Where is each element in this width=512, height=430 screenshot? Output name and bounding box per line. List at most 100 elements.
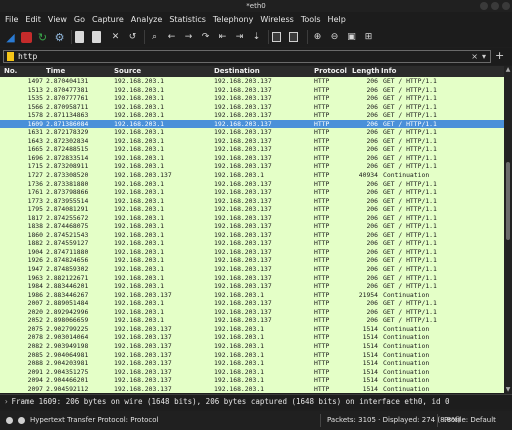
scroll-up-icon[interactable]: ▲ [504, 66, 512, 74]
packet-row[interactable]: 2082 2.903949198 192.168.203.137 192.168.20… [0, 341, 504, 351]
shark-fin-icon[interactable]: ◢ [4, 31, 17, 44]
packet-list-scrollbar[interactable]: ▲ ▼ [504, 66, 512, 394]
filter-history-dropdown-icon[interactable]: ▾ [482, 52, 486, 61]
packet-row[interactable]: 1984 2.883446201 192.168.203.1 192.168.203.… [0, 282, 504, 291]
expand-columns-icon[interactable]: ⊞ [362, 31, 375, 44]
packet-no: 1838 [27, 222, 43, 231]
find-icon[interactable]: ⌕ [148, 31, 161, 44]
scroll-down-icon[interactable]: ▼ [504, 386, 512, 394]
packet-source: 192.168.203.1 [114, 179, 165, 188]
packet-row[interactable]: 1882 2.874559127 192.168.203.1 192.168.203.… [0, 239, 504, 248]
menu-analyze[interactable]: Analyze [131, 15, 163, 24]
packet-row[interactable]: 2075 2.902799225 192.168.203.137 192.168.20… [0, 324, 504, 334]
stop-capture-icon[interactable] [21, 31, 32, 43]
packet-row[interactable]: 2078 2.903014064 192.168.203.137 192.168.20… [0, 333, 504, 342]
menu-help[interactable]: Help [328, 15, 346, 24]
packet-row[interactable]: 1795 2.874081291 192.168.203.1 192.168.203.… [0, 205, 504, 214]
tree-expander-icon[interactable]: › [4, 397, 9, 406]
column-header-destination[interactable]: Destination [214, 67, 260, 75]
maximize-icon[interactable] [491, 2, 499, 10]
packet-no: 2075 [27, 324, 43, 333]
go-forward-icon[interactable]: → [182, 31, 195, 44]
resize-columns-icon[interactable]: ▣ [345, 31, 358, 44]
expert-info-icon[interactable] [6, 417, 13, 424]
packet-row[interactable]: 1986 2.883446267 192.168.203.137 192.168.20… [0, 290, 504, 300]
packet-row[interactable]: 1736 2.873381880 192.168.203.1 192.168.203.… [0, 179, 504, 189]
packet-row-selected[interactable]: 1609 2.871386084 192.168.203.1 192.168.203.… [0, 119, 504, 129]
menu-wireless[interactable]: Wireless [260, 15, 293, 24]
minimize-icon[interactable] [480, 2, 488, 10]
menu-view[interactable]: View [48, 15, 67, 24]
menu-statistics[interactable]: Statistics [169, 15, 206, 24]
packet-row[interactable]: 2085 2.904064981 192.168.203.137 192.168.20… [0, 350, 504, 360]
save-file-icon[interactable] [92, 31, 101, 43]
packet-row[interactable]: 1566 2.870958711 192.168.203.1 192.168.203.… [0, 102, 504, 112]
capture-comment-icon[interactable] [18, 417, 25, 424]
capture-options-icon[interactable]: ⚙ [53, 31, 66, 44]
column-header-source[interactable]: Source [114, 67, 141, 75]
display-filter-input[interactable]: http × ▾ [3, 50, 491, 63]
packet-row[interactable]: 1947 2.874859302 192.168.203.1 192.168.203.… [0, 265, 504, 274]
packet-row[interactable]: 2097 2.904592112 192.168.203.137 192.168.20… [0, 384, 504, 393]
close-window-icon[interactable] [502, 2, 510, 10]
packet-time: 2.872302834 [46, 136, 89, 145]
colorize-icon[interactable] [272, 32, 281, 42]
packet-row[interactable]: 2091 2.904351275 192.168.203.137 192.168.20… [0, 367, 504, 377]
menu-tools[interactable]: Tools [301, 15, 321, 24]
packet-row[interactable]: 1696 2.872833514 192.168.203.1 192.168.203.… [0, 153, 504, 163]
column-header-time[interactable]: Time [46, 67, 65, 75]
packet-row[interactable]: 2088 2.904203981 192.168.203.137 192.168.20… [0, 359, 504, 368]
packet-row[interactable]: 1904 2.874711880 192.168.203.1 192.168.203.… [0, 247, 504, 257]
column-header-info[interactable]: Info [381, 67, 396, 75]
packet-row[interactable]: 1715 2.873208911 192.168.203.1 192.168.203.… [0, 162, 504, 172]
column-header-protocol[interactable]: Protocol [314, 67, 347, 75]
packet-row[interactable]: 1497 2.870404131 192.168.203.1 192.168.203.… [0, 77, 504, 86]
open-file-icon[interactable] [75, 31, 84, 43]
go-last-icon[interactable]: ⇥ [233, 31, 246, 44]
status-profile[interactable]: Profile: Default [444, 416, 496, 424]
packet-row[interactable]: 1773 2.873955514 192.168.203.1 192.168.203.… [0, 196, 504, 206]
filter-bookmark-icon[interactable] [7, 52, 14, 61]
packet-row[interactable]: 1838 2.874468075 192.168.203.1 192.168.203.… [0, 222, 504, 231]
scrollbar-thumb[interactable] [506, 162, 510, 240]
filter-text[interactable]: http [18, 52, 471, 61]
packet-row[interactable]: 1665 2.872488515 192.168.203.1 192.168.203.… [0, 145, 504, 154]
frame-summary[interactable]: Frame 1609: 206 bytes on wire (1648 bits… [12, 397, 450, 406]
clear-filter-icon[interactable]: × [471, 52, 478, 61]
packet-row[interactable]: 1643 2.872302834 192.168.203.1 192.168.203.… [0, 136, 504, 146]
packet-row[interactable]: 2094 2.904466201 192.168.203.137 192.168.20… [0, 376, 504, 385]
packet-row[interactable]: 1535 2.870777761 192.168.203.1 192.168.203.… [0, 94, 504, 103]
menu-go[interactable]: Go [74, 15, 85, 24]
packet-protocol: HTTP [314, 265, 330, 274]
go-first-icon[interactable]: ⇤ [216, 31, 229, 44]
packet-row[interactable]: 1817 2.874255672 192.168.203.1 192.168.203.… [0, 213, 504, 223]
packet-row[interactable]: 1926 2.874824656 192.168.203.1 192.168.203.… [0, 256, 504, 266]
menu-capture[interactable]: Capture [92, 15, 124, 24]
packet-row[interactable]: 2020 2.892942996 192.168.203.1 192.168.203.… [0, 307, 504, 317]
packet-row[interactable]: 1631 2.872178329 192.168.203.1 192.168.203.… [0, 128, 504, 137]
packet-row[interactable]: 1513 2.870477381 192.168.203.1 192.168.203.… [0, 85, 504, 95]
column-header-length[interactable]: Length [352, 67, 380, 75]
column-header-no[interactable]: No. [4, 67, 17, 75]
reload-file-icon[interactable]: ↺ [126, 31, 139, 44]
zoom-out-icon[interactable]: ⊕ [311, 31, 324, 44]
packet-row[interactable]: 2052 2.898066659 192.168.203.1 192.168.203.… [0, 316, 504, 325]
autoscroll-icon[interactable]: ⇣ [250, 31, 263, 44]
packet-row[interactable]: 1860 2.874521543 192.168.203.1 192.168.203.… [0, 230, 504, 240]
normal-size-icon[interactable]: ⊖ [328, 31, 341, 44]
packet-row[interactable]: 1578 2.871134863 192.168.203.1 192.168.203.… [0, 111, 504, 120]
close-file-icon[interactable]: ✕ [109, 31, 122, 44]
go-back-icon[interactable]: ← [165, 31, 178, 44]
menu-file[interactable]: File [5, 15, 18, 24]
packet-row[interactable]: 1761 2.873798866 192.168.203.1 192.168.203.… [0, 188, 504, 197]
menu-edit[interactable]: Edit [25, 15, 41, 24]
go-to-packet-icon[interactable]: ↷ [199, 31, 212, 44]
restart-capture-icon[interactable]: ↻ [36, 31, 49, 44]
packet-length: 206 [366, 145, 378, 154]
menu-telephony[interactable]: Telephony [213, 15, 253, 24]
zoom-in-icon[interactable] [289, 32, 298, 42]
add-filter-button-icon[interactable]: + [495, 50, 504, 62]
packet-row[interactable]: 1727 2.873308520 192.168.203.137 192.168.20… [0, 171, 504, 180]
packet-row[interactable]: 2007 2.889051484 192.168.203.1 192.168.203.… [0, 299, 504, 308]
packet-row[interactable]: 1963 2.882122671 192.168.203.1 192.168.203.… [0, 273, 504, 283]
